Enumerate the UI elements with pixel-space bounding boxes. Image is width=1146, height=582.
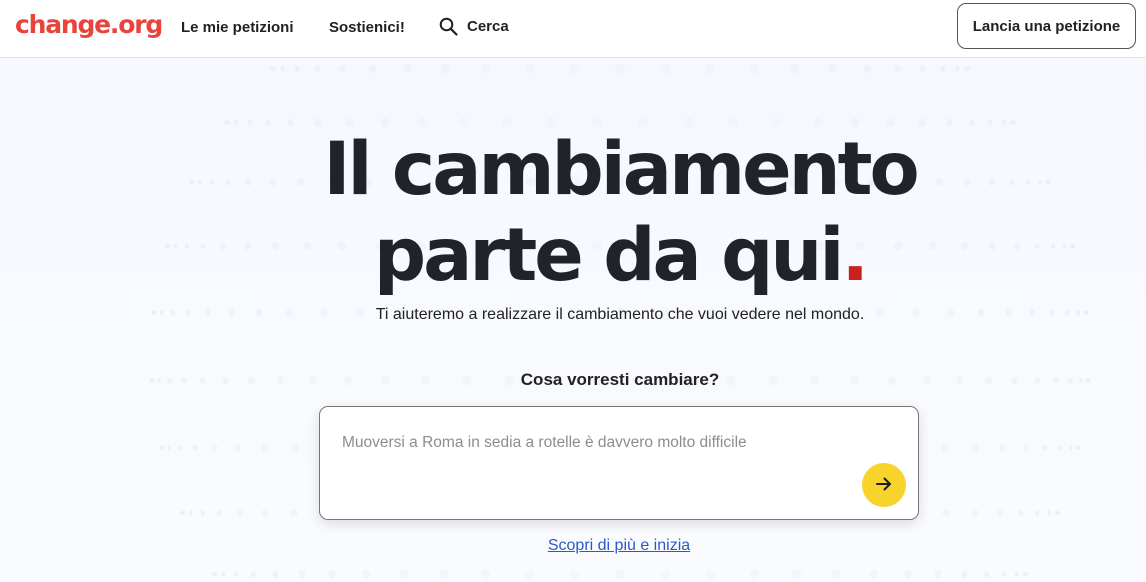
hero-title-line-1: Il cambiamento [323, 127, 919, 212]
nav-support[interactable]: Sostienici! [329, 19, 405, 36]
top-navigation: change.org Le mie petizioni Sostienici! … [0, 0, 1146, 58]
change-org-logo[interactable]: change.org [15, 10, 163, 39]
submit-button[interactable] [862, 463, 906, 507]
petition-input-box [319, 406, 919, 520]
nav-search[interactable]: Cerca [439, 17, 509, 36]
hero-title-line-2-text: parte da qui [373, 213, 845, 298]
learn-more-link[interactable]: Scopri di più e inizia [0, 537, 1146, 555]
petition-topic-input[interactable] [340, 433, 884, 453]
hero-subtitle: Ti aiuteremo a realizzare il cambiamento… [375, 306, 865, 323]
launch-petition-button[interactable]: Lancia una petizione [957, 3, 1136, 49]
search-icon [439, 17, 458, 36]
hero-title: Il cambiamento parte da qui. [0, 127, 1146, 299]
nav-search-label: Cerca [467, 18, 509, 35]
hero-title-line-2: parte da qui. [0, 213, 1146, 299]
red-dot: . [841, 213, 869, 298]
nav-my-petitions[interactable]: Le mie petizioni [181, 19, 294, 36]
change-question: Cosa vorresti cambiare? [520, 370, 720, 389]
arrow-right-icon [874, 474, 894, 497]
